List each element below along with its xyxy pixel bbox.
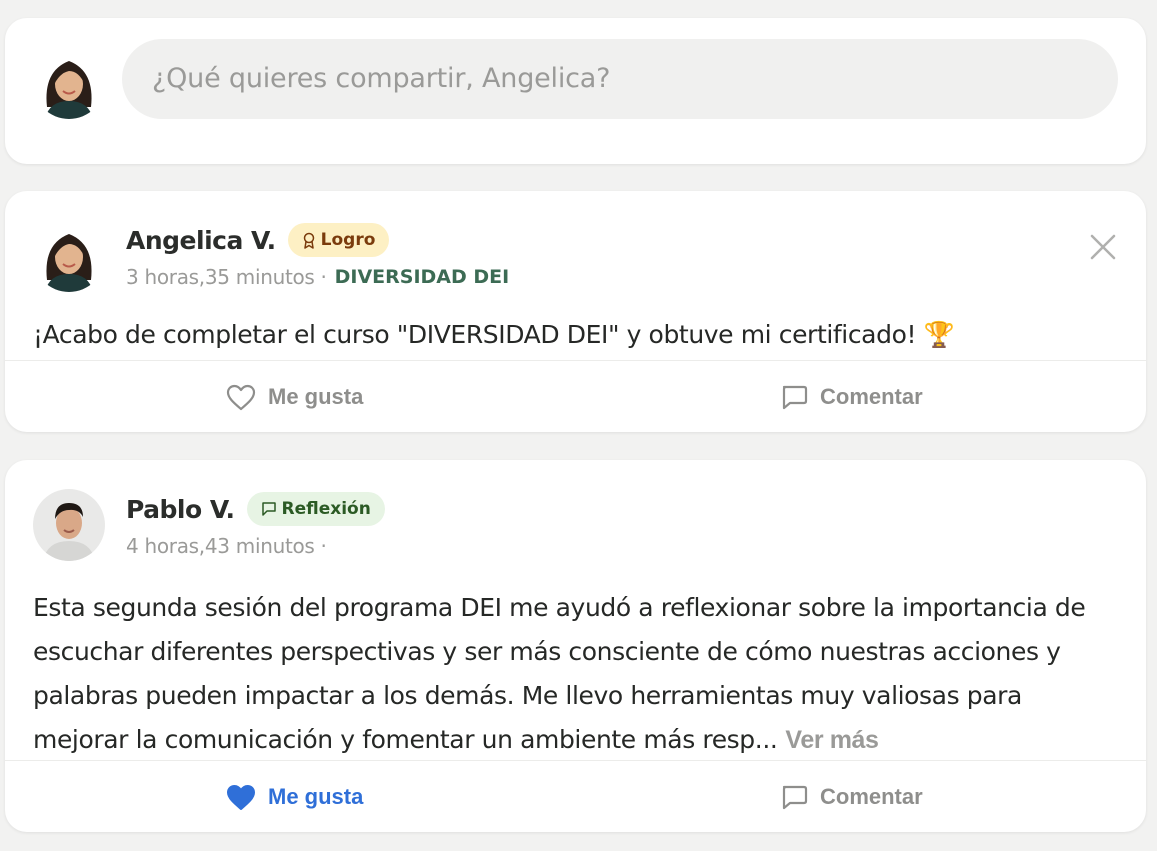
comment-label: Comentar <box>820 384 923 409</box>
author-line: Pablo V. Reflexión <box>126 489 385 529</box>
comment-button[interactable]: Comentar <box>780 361 923 432</box>
post-timestamp: 3 horas,35 minutos <box>126 265 315 289</box>
post-card: Pablo V. Reflexión 4 horas,43 minutos · … <box>5 460 1146 832</box>
author-line: Angelica V. Logro <box>126 220 390 260</box>
badge-logro: Logro <box>287 223 390 257</box>
badge-label: Reflexión <box>281 499 371 519</box>
post-meta: 4 horas,43 minutos · <box>126 531 335 561</box>
post-body: ¡Acabo de completar el curso "DIVERSIDAD… <box>33 320 955 349</box>
award-icon <box>303 232 314 249</box>
post-timestamp: 4 horas,43 minutos <box>126 534 315 558</box>
post-actions: Me gusta Comentar <box>5 360 1146 432</box>
badge-reflexion: Reflexión <box>246 492 385 526</box>
heart-filled-icon <box>227 784 255 810</box>
comment-label: Comentar <box>820 784 923 809</box>
avatar[interactable] <box>33 47 105 119</box>
post-meta: 3 horas,35 minutos · DIVERSIDAD DEI <box>126 262 509 292</box>
chat-icon <box>261 502 276 516</box>
post-header: Pablo V. Reflexión 4 horas,43 minutos · <box>33 489 1118 569</box>
avatar[interactable] <box>33 220 105 292</box>
meta-separator: · <box>320 534 327 558</box>
like-label: Me gusta <box>268 784 364 809</box>
post-course-tag[interactable]: DIVERSIDAD DEI <box>335 266 510 288</box>
post-actions: Me gusta Comentar <box>5 760 1146 832</box>
author-name[interactable]: Angelica V. <box>126 226 276 255</box>
close-icon <box>1090 234 1116 260</box>
comment-icon <box>782 385 808 409</box>
like-button[interactable]: Me gusta <box>226 361 363 432</box>
composer-input[interactable]: ¿Qué quieres compartir, Angelica? <box>122 39 1118 119</box>
avatar[interactable] <box>33 489 105 561</box>
comment-button[interactable]: Comentar <box>780 761 923 832</box>
like-label: Me gusta <box>268 384 364 409</box>
post-body: Esta segunda sesión del programa DEI me … <box>33 586 1116 762</box>
post-header: Angelica V. Logro 3 horas,35 minutos · D… <box>33 220 1118 300</box>
comment-icon <box>782 785 808 809</box>
meta-separator: · <box>320 265 327 289</box>
badge-label: Logro <box>320 230 376 250</box>
author-name[interactable]: Pablo V. <box>126 495 235 524</box>
post-card: Angelica V. Logro 3 horas,35 minutos · D… <box>5 191 1146 432</box>
heart-icon <box>226 384 256 410</box>
post-body-text: Esta segunda sesión del programa DEI me … <box>33 593 1086 754</box>
post-composer-card: ¿Qué quieres compartir, Angelica? <box>5 18 1146 164</box>
like-button[interactable]: Me gusta <box>226 761 363 832</box>
see-more-link[interactable]: Ver más <box>785 726 879 754</box>
close-button[interactable] <box>1088 232 1118 262</box>
